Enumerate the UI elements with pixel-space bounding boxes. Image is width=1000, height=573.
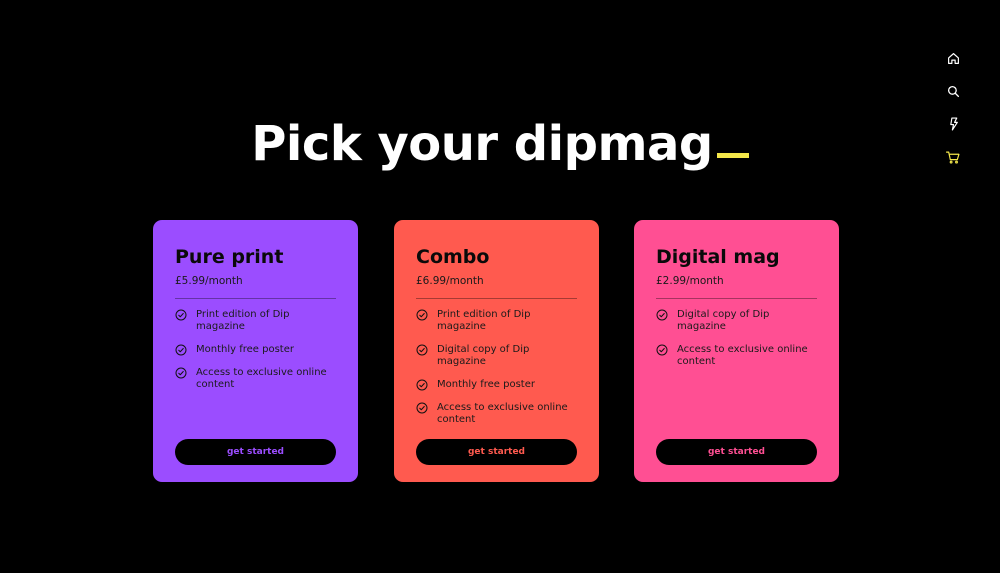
- divider: [175, 298, 336, 299]
- check-circle-icon: [175, 309, 187, 321]
- cart-icon: [946, 151, 960, 164]
- feature-text: Monthly free poster: [437, 379, 535, 390]
- side-nav: [941, 46, 965, 178]
- home-icon: [947, 52, 959, 64]
- nav-cart-button[interactable]: [941, 145, 965, 169]
- page-title: Pick your dipmag: [0, 112, 1000, 176]
- plan-card-digital-mag: Digital mag £2.99/month Digital copy of …: [634, 220, 839, 482]
- plan-price: £5.99/month: [175, 275, 243, 287]
- nav-search-button[interactable]: [941, 79, 965, 103]
- feature-item: Print edition of Dip magazine: [416, 309, 577, 333]
- feature-text: Access to exclusive online content: [437, 402, 568, 425]
- feature-list: Print edition of Dip magazine Digital co…: [416, 309, 577, 426]
- plan-card-pure-print: Pure print £5.99/month Print edition of …: [153, 220, 358, 482]
- plan-card-combo: Combo £6.99/month Print edition of Dip m…: [394, 220, 599, 482]
- cursor-underscore: [716, 153, 749, 159]
- feature-item: Access to exclusive online content: [416, 402, 577, 426]
- feature-text: Monthly free poster: [196, 344, 294, 355]
- feature-text: Access to exclusive online content: [677, 344, 808, 367]
- plan-price: £2.99/month: [656, 275, 724, 287]
- feature-item: Access to exclusive online content: [656, 344, 817, 368]
- feature-list: Digital copy of Dip magazine Access to e…: [656, 309, 817, 368]
- feature-text: Print edition of Dip magazine: [437, 309, 531, 332]
- feature-item: Monthly free poster: [416, 379, 577, 391]
- check-circle-icon: [416, 344, 428, 356]
- feature-item: Access to exclusive online content: [175, 367, 336, 391]
- feature-text: Digital copy of Dip magazine: [677, 309, 770, 332]
- plan-title: Digital mag: [656, 246, 780, 268]
- feature-text: Digital copy of Dip magazine: [437, 344, 530, 367]
- check-circle-icon: [416, 379, 428, 391]
- check-circle-icon: [175, 344, 187, 356]
- plan-price: £6.99/month: [416, 275, 484, 287]
- search-icon: [947, 85, 959, 97]
- feature-item: Monthly free poster: [175, 344, 336, 356]
- plan-title: Pure print: [175, 246, 284, 268]
- check-circle-icon: [416, 309, 428, 321]
- plan-title: Combo: [416, 246, 490, 268]
- check-circle-icon: [416, 402, 428, 414]
- feature-item: Digital copy of Dip magazine: [656, 309, 817, 333]
- feature-item: Digital copy of Dip magazine: [416, 344, 577, 368]
- get-started-button[interactable]: get started: [656, 439, 817, 465]
- check-circle-icon: [656, 344, 668, 356]
- nav-home-button[interactable]: [941, 46, 965, 70]
- get-started-button[interactable]: get started: [416, 439, 577, 465]
- feature-item: Print edition of Dip magazine: [175, 309, 336, 333]
- check-circle-icon: [656, 309, 668, 321]
- feature-text: Access to exclusive online content: [196, 367, 327, 390]
- nav-flash-button[interactable]: [941, 112, 965, 136]
- divider: [656, 298, 817, 299]
- page-title-text: Pick your dipmag: [251, 116, 713, 173]
- feature-list: Print edition of Dip magazine Monthly fr…: [175, 309, 336, 391]
- lightning-icon: [949, 117, 958, 131]
- divider: [416, 298, 577, 299]
- check-circle-icon: [175, 367, 187, 379]
- feature-text: Print edition of Dip magazine: [196, 309, 290, 332]
- get-started-button[interactable]: get started: [175, 439, 336, 465]
